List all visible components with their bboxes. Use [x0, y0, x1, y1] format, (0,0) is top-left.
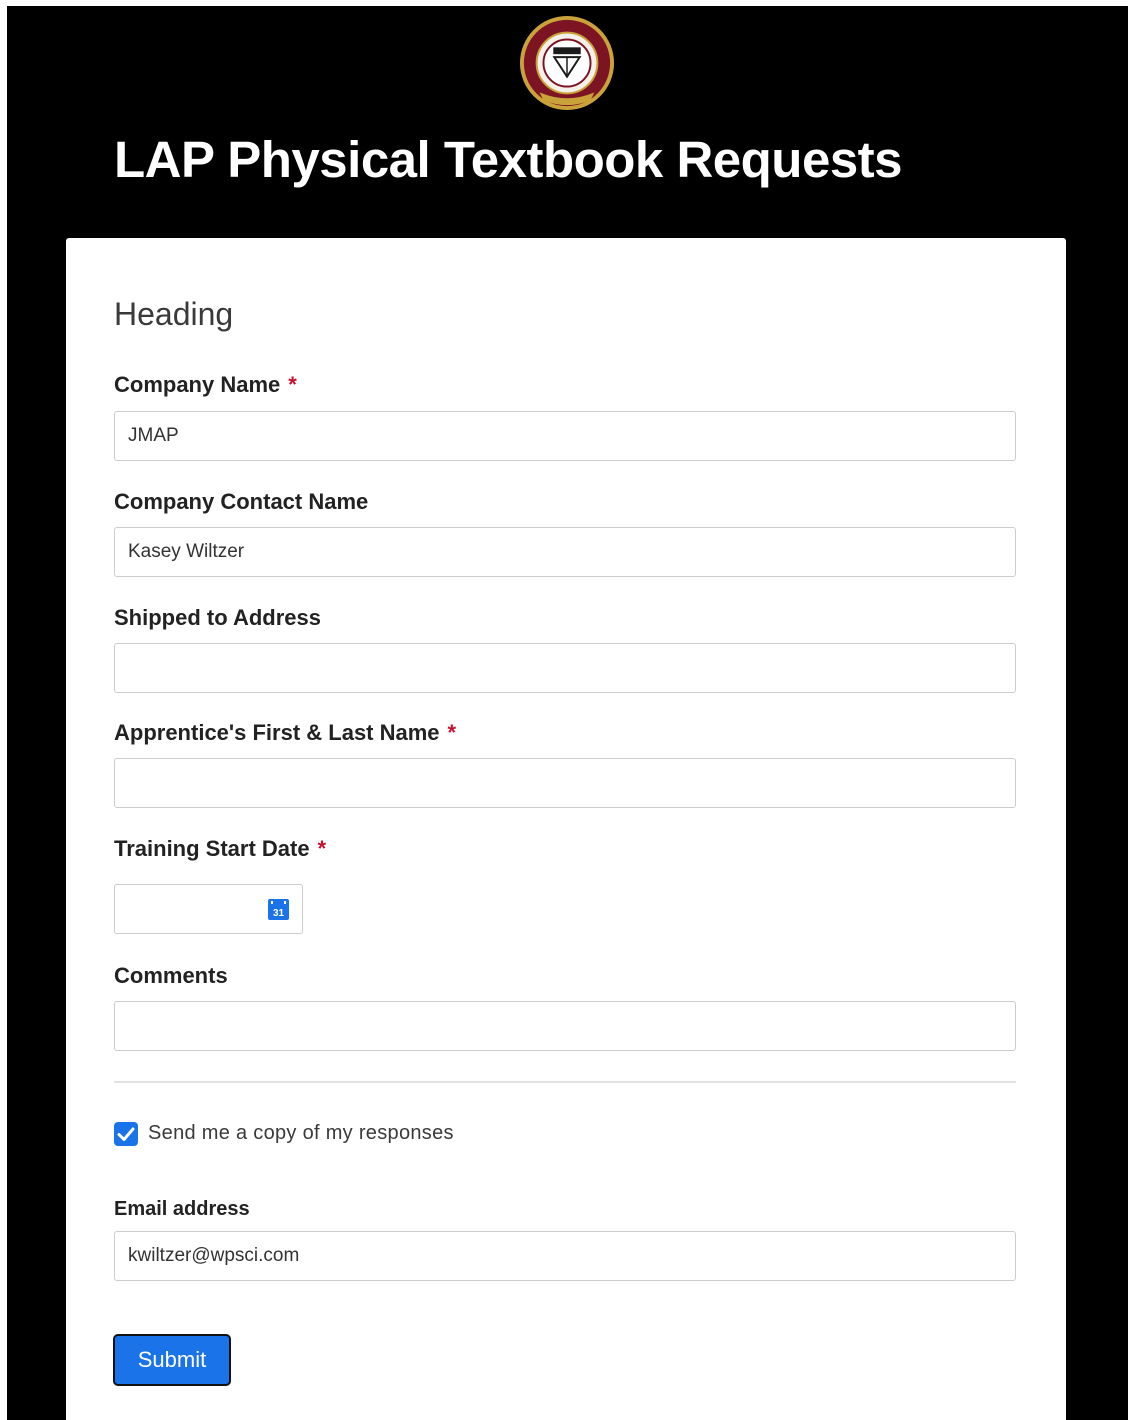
- form-card: Heading Company Name* Company Contact Na…: [66, 238, 1066, 1420]
- form-heading: Heading: [114, 296, 234, 332]
- required-marker: *: [317, 836, 327, 861]
- shipped-to-address-input[interactable]: [114, 643, 1016, 693]
- svg-text:31: 31: [273, 908, 285, 919]
- company-name-label: Company Name *: [114, 372, 297, 397]
- section-divider: [114, 1081, 1016, 1083]
- comments-label: Comments: [114, 963, 228, 988]
- company-contact-name-label: Company Contact Name: [114, 489, 369, 514]
- apprentice-name-input[interactable]: [114, 758, 1016, 808]
- submit-button[interactable]: Submit: [113, 1334, 231, 1386]
- page-background: LAP Physical Textbook Requests Heading C…: [7, 6, 1128, 1420]
- seal-logo-icon: [519, 15, 615, 111]
- send-copy-checkbox[interactable]: [114, 1122, 138, 1146]
- apprentice-name-label: Apprentice's First & Last Name *: [114, 720, 457, 745]
- company-name-input[interactable]: [114, 411, 1016, 461]
- checkmark-icon: [117, 1127, 135, 1141]
- page-title: LAP Physical Textbook Requests: [114, 131, 903, 188]
- email-address-label: Email address: [114, 1198, 250, 1220]
- required-marker: *: [447, 720, 457, 745]
- calendar-icon[interactable]: 31: [268, 899, 289, 920]
- send-copy-label[interactable]: Send me a copy of my responses: [148, 1122, 454, 1145]
- training-start-date-input[interactable]: 31: [114, 884, 303, 934]
- training-start-date-label: Training Start Date *: [114, 836, 327, 861]
- email-address-input[interactable]: [114, 1231, 1016, 1281]
- company-contact-name-input[interactable]: [114, 527, 1016, 577]
- required-marker: *: [288, 372, 297, 397]
- shipped-to-address-label: Shipped to Address: [114, 605, 321, 630]
- comments-input[interactable]: [114, 1001, 1016, 1051]
